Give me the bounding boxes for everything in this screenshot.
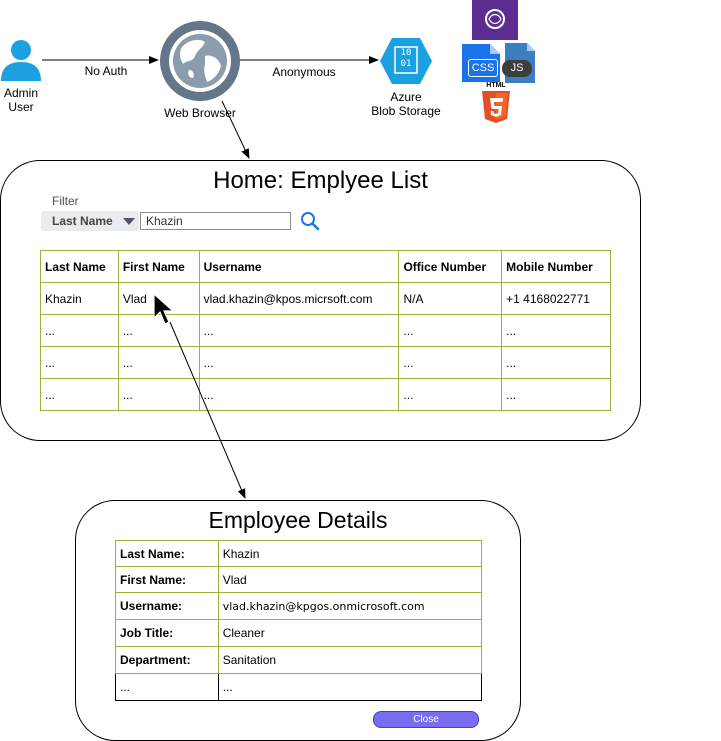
row-to-details-arrow: [169, 321, 246, 499]
row-to-details-connector: [169, 321, 246, 499]
mouse-cursor-icon: [153, 293, 175, 325]
